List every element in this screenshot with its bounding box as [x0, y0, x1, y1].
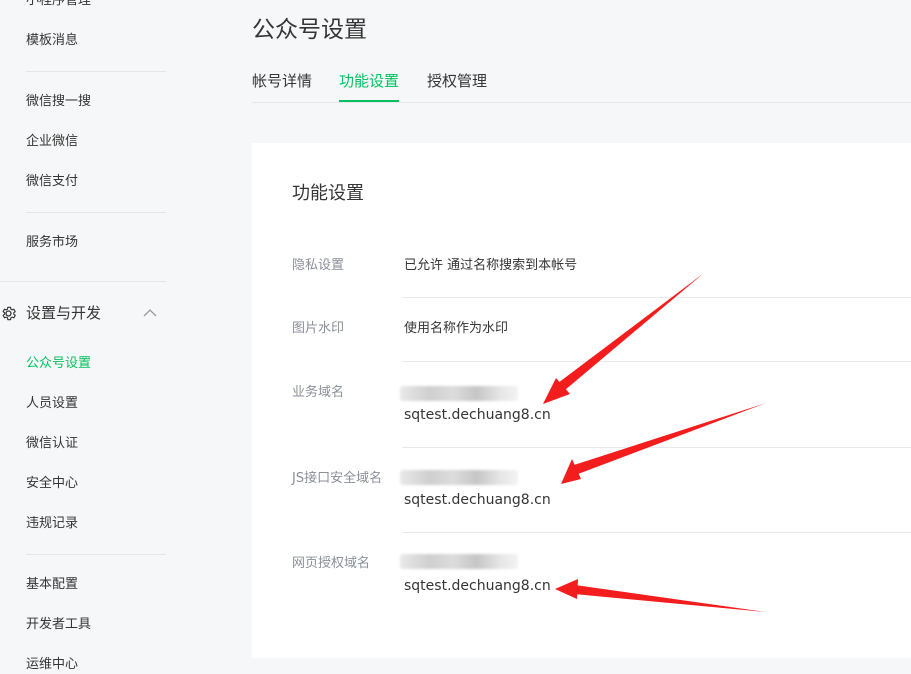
redacted-domain: [400, 554, 518, 569]
business-domain-value: sqtest.dechuang8.cn: [404, 407, 551, 423]
sidebar-item-verification[interactable]: 微信认证: [26, 435, 78, 453]
web-auth-domain-value: sqtest.dechuang8.cn: [404, 578, 551, 594]
js-safe-domain-value: sqtest.dechuang8.cn: [404, 492, 551, 508]
gear-icon: [2, 306, 16, 321]
sidebar-item-account-settings[interactable]: 公众号设置: [26, 355, 91, 373]
tab-feature-settings[interactable]: 功能设置: [339, 70, 400, 102]
tab-bar: 帐号详情 功能设置 授权管理: [252, 70, 911, 103]
page-title: 公众号设置: [252, 17, 367, 43]
sidebar: 小程序管理 模板消息 微信搜一搜 企业微信 微信支付 服务市场 设置与开发 公众…: [0, 0, 190, 672]
sidebar-item-security-center[interactable]: 安全中心: [26, 475, 78, 493]
js-safe-domain-label: JS接口安全域名: [292, 471, 383, 486]
row-divider: [402, 297, 911, 298]
sidebar-item-dev-tools[interactable]: 开发者工具: [26, 616, 91, 634]
privacy-setting-value: 已允许 通过名称搜索到本帐号: [404, 258, 578, 273]
redacted-domain: [400, 470, 518, 485]
sidebar-divider: [26, 554, 166, 555]
sidebar-group-settings-dev[interactable]: 设置与开发: [0, 302, 170, 326]
sidebar-item-violations[interactable]: 违规记录: [26, 515, 78, 533]
sidebar-item-wecom[interactable]: 企业微信: [26, 133, 78, 151]
sidebar-item-members[interactable]: 人员设置: [26, 395, 78, 413]
sidebar-divider: [26, 212, 166, 213]
sidebar-item-wechat-pay[interactable]: 微信支付: [26, 173, 78, 191]
sidebar-divider: [26, 71, 166, 72]
sidebar-item-wechat-search[interactable]: 微信搜一搜: [26, 93, 91, 111]
sidebar-item-template-message[interactable]: 模板消息: [26, 32, 78, 50]
chevron-up-icon[interactable]: [143, 308, 157, 318]
web-auth-domain-label: 网页授权域名: [292, 556, 371, 571]
tab-authorization[interactable]: 授权管理: [427, 70, 487, 100]
sidebar-divider: [0, 281, 166, 282]
watermark-value: 使用名称作为水印: [404, 321, 509, 336]
watermark-label: 图片水印: [292, 321, 345, 336]
feature-settings-card: 功能设置 隐私设置 已允许 通过名称搜索到本帐号 图片水印 使用名称作为水印 业…: [252, 143, 911, 658]
card-title: 功能设置: [292, 183, 364, 204]
business-domain-label: 业务域名: [292, 385, 345, 400]
sidebar-item-miniprogram[interactable]: 小程序管理: [26, 0, 91, 10]
row-divider: [402, 447, 911, 448]
row-divider: [402, 532, 911, 533]
privacy-setting-label: 隐私设置: [292, 258, 345, 273]
sidebar-group-label: 设置与开发: [26, 304, 102, 322]
redacted-domain: [400, 386, 518, 401]
sidebar-item-ops-center[interactable]: 运维中心: [26, 656, 78, 674]
sidebar-item-service-market[interactable]: 服务市场: [26, 234, 78, 252]
sidebar-item-basic-config[interactable]: 基本配置: [26, 576, 78, 594]
row-divider: [402, 361, 911, 362]
tab-account-details[interactable]: 帐号详情: [252, 70, 312, 100]
